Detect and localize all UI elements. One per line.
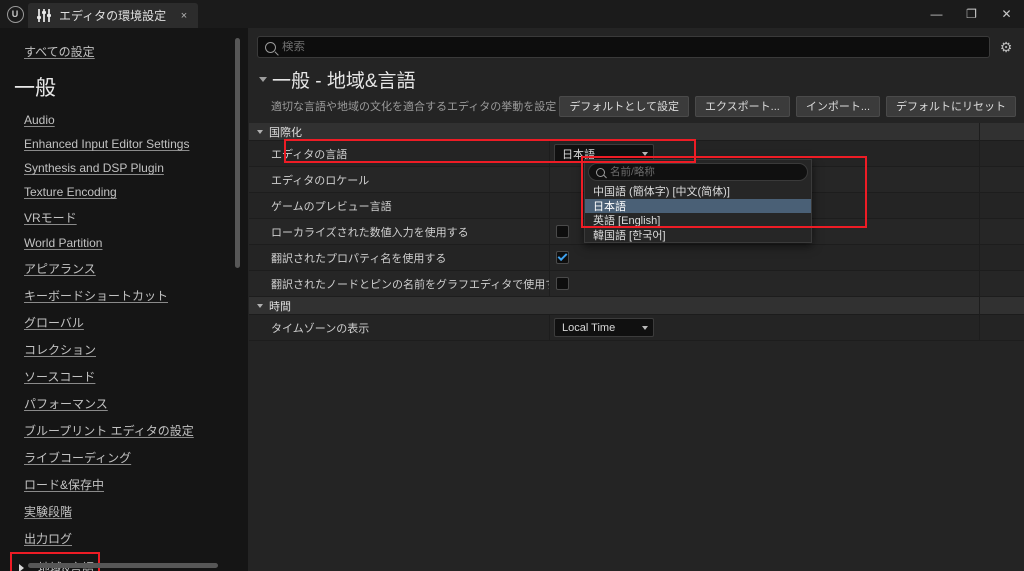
sidebar-item-output-log[interactable]: 出力ログ xyxy=(0,525,248,552)
close-window-button[interactable]: ✕ xyxy=(989,0,1024,28)
dropdown-option-japanese[interactable]: 日本語 xyxy=(585,198,811,213)
dropdown-option-korean[interactable]: 韓国語 [한국어] xyxy=(585,228,811,243)
timezone-dropdown[interactable]: Local Time xyxy=(554,318,654,337)
reset-to-default-button[interactable]: デフォルトにリセット xyxy=(886,95,1016,117)
localized-graph-editor-names-checkbox[interactable] xyxy=(556,277,569,290)
category-label: 国際化 xyxy=(269,126,302,139)
set-as-default-button[interactable]: デフォルトとして設定 xyxy=(559,95,689,117)
search-row: ⚙ xyxy=(249,28,1024,62)
search-icon xyxy=(265,41,276,53)
dropdown-search-input[interactable] xyxy=(610,166,800,178)
category-label: 時間 xyxy=(269,300,291,313)
sidebar-item-vr-mode[interactable]: VRモード xyxy=(0,204,248,231)
dropdown-option-chinese[interactable]: 中国語 (簡体字) [中文(简体)] xyxy=(585,184,811,199)
search-icon xyxy=(596,167,605,177)
category-header-time[interactable]: 時間 xyxy=(249,297,1024,315)
page-title-row: 一般 - 地域&言語 xyxy=(249,62,1024,93)
sidebar-item-appearance[interactable]: アピアランス xyxy=(0,255,248,282)
logo-glyph: U xyxy=(6,5,24,23)
page-description: 適切な言語や地域の文化を適合するエディタの挙動を設定 xyxy=(271,101,557,113)
property-label: 翻訳されたノードとピンの名前をグラフエディタで使用する xyxy=(271,278,549,291)
tab-editor-preferences[interactable]: エディタの環境設定 × xyxy=(28,3,198,28)
search-box[interactable] xyxy=(257,36,990,58)
property-row-display-timezone[interactable]: タイムゾーンの表示 Local Time xyxy=(249,315,1024,341)
chevron-down-icon xyxy=(257,129,263,134)
search-input[interactable] xyxy=(282,41,982,53)
close-tab-icon[interactable]: × xyxy=(176,8,192,24)
editor-preferences-window: U エディタの環境設定 × — ❐ ✕ すべての設定 一般 Audio Enha… xyxy=(0,0,1024,571)
minimize-button[interactable]: — xyxy=(919,0,954,28)
settings-main-panel: ⚙ 一般 - 地域&言語 適切な言語や地域の文化を適合するエディタの挙動を設定 … xyxy=(249,28,1024,571)
language-dropdown-popup[interactable]: 中国語 (簡体字) [中文(简体)] 日本語 英語 [English] 韓国語 … xyxy=(584,159,812,243)
sidebar-item-global[interactable]: グローバル xyxy=(0,309,248,336)
localized-property-names-checkbox[interactable] xyxy=(556,251,569,264)
property-label: エディタのロケール xyxy=(271,174,370,187)
dropdown-value: Local Time xyxy=(562,321,616,334)
property-row-localized-property-names[interactable]: 翻訳されたプロパティ名を使用する xyxy=(249,245,1024,271)
settings-toolbar: デフォルトとして設定 エクスポート... インポート... デフォルトにリセット xyxy=(559,93,1016,119)
sidebar-item-blueprint-editor-settings[interactable]: ブループリント エディタの設定 xyxy=(0,417,248,444)
sidebar-vertical-scrollbar[interactable] xyxy=(235,38,240,268)
sidebar-item-region-and-language[interactable]: 地域&言語 xyxy=(10,552,100,571)
export-button[interactable]: エクスポート... xyxy=(694,95,790,117)
property-label: 翻訳されたプロパティ名を使用する xyxy=(271,252,447,265)
window-controls: — ❐ ✕ xyxy=(919,0,1024,28)
chevron-down-icon xyxy=(257,303,263,308)
category-header-internationalization[interactable]: 国際化 xyxy=(249,123,1024,141)
gear-icon[interactable]: ⚙ xyxy=(996,37,1016,57)
property-label: ローカライズされた数値入力を使用する xyxy=(271,226,469,239)
sidebar-item-source-code[interactable]: ソースコード xyxy=(0,363,248,390)
chevron-down-icon xyxy=(642,151,648,156)
unreal-engine-logo-icon: U xyxy=(2,1,28,27)
sidebar-item-world-partition[interactable]: World Partition xyxy=(0,231,248,255)
property-label: エディタの言語 xyxy=(271,148,348,161)
sidebar-item-synthesis-and-dsp-plugin[interactable]: Synthesis and DSP Plugin xyxy=(0,156,248,180)
settings-sidebar[interactable]: すべての設定 一般 Audio Enhanced Input Editor Se… xyxy=(0,28,248,571)
collapse-section-icon[interactable] xyxy=(259,77,267,82)
sidebar-item-loading-and-saving[interactable]: ロード&保存中 xyxy=(0,471,248,498)
sidebar-item-live-coding[interactable]: ライブコーディング xyxy=(0,444,248,471)
sliders-icon xyxy=(37,9,51,22)
property-row-localized-graph-editor-names[interactable]: 翻訳されたノードとピンの名前をグラフエディタで使用する xyxy=(249,271,1024,297)
page-title: 一般 - 地域&言語 xyxy=(272,71,416,92)
sidebar-item-enhanced-input-editor-settings[interactable]: Enhanced Input Editor Settings xyxy=(0,132,248,156)
dropdown-option-english[interactable]: 英語 [English] xyxy=(585,213,811,228)
property-label: ゲームのプレビュー言語 xyxy=(271,200,392,213)
localized-numeric-input-checkbox[interactable] xyxy=(556,225,569,238)
sidebar-heading-general: 一般 xyxy=(14,77,56,100)
property-label: タイムゾーンの表示 xyxy=(271,322,370,335)
import-button[interactable]: インポート... xyxy=(795,95,880,117)
sidebar-item-texture-encoding[interactable]: Texture Encoding xyxy=(0,180,248,204)
tab-label: エディタの環境設定 xyxy=(59,9,167,23)
sidebar-horizontal-scrollbar[interactable] xyxy=(28,563,218,568)
expand-arrow-icon xyxy=(19,563,24,571)
dropdown-search-box[interactable] xyxy=(588,163,808,181)
sidebar-item-audio[interactable]: Audio xyxy=(0,108,248,132)
sidebar-item-all-settings[interactable]: すべての設定 xyxy=(0,38,248,65)
description-row: 適切な言語や地域の文化を適合するエディタの挙動を設定 デフォルトとして設定 エク… xyxy=(249,93,1024,119)
maximize-button[interactable]: ❐ xyxy=(954,0,989,28)
sidebar-item-experimental[interactable]: 実験段階 xyxy=(0,498,248,525)
sidebar-item-keyboard-shortcuts[interactable]: キーボードショートカット xyxy=(0,282,248,309)
chevron-down-icon xyxy=(642,325,648,330)
sidebar-item-performance[interactable]: パフォーマンス xyxy=(0,390,248,417)
title-bar: U エディタの環境設定 × — ❐ ✕ xyxy=(0,0,1024,28)
sidebar-item-collections[interactable]: コレクション xyxy=(0,336,248,363)
